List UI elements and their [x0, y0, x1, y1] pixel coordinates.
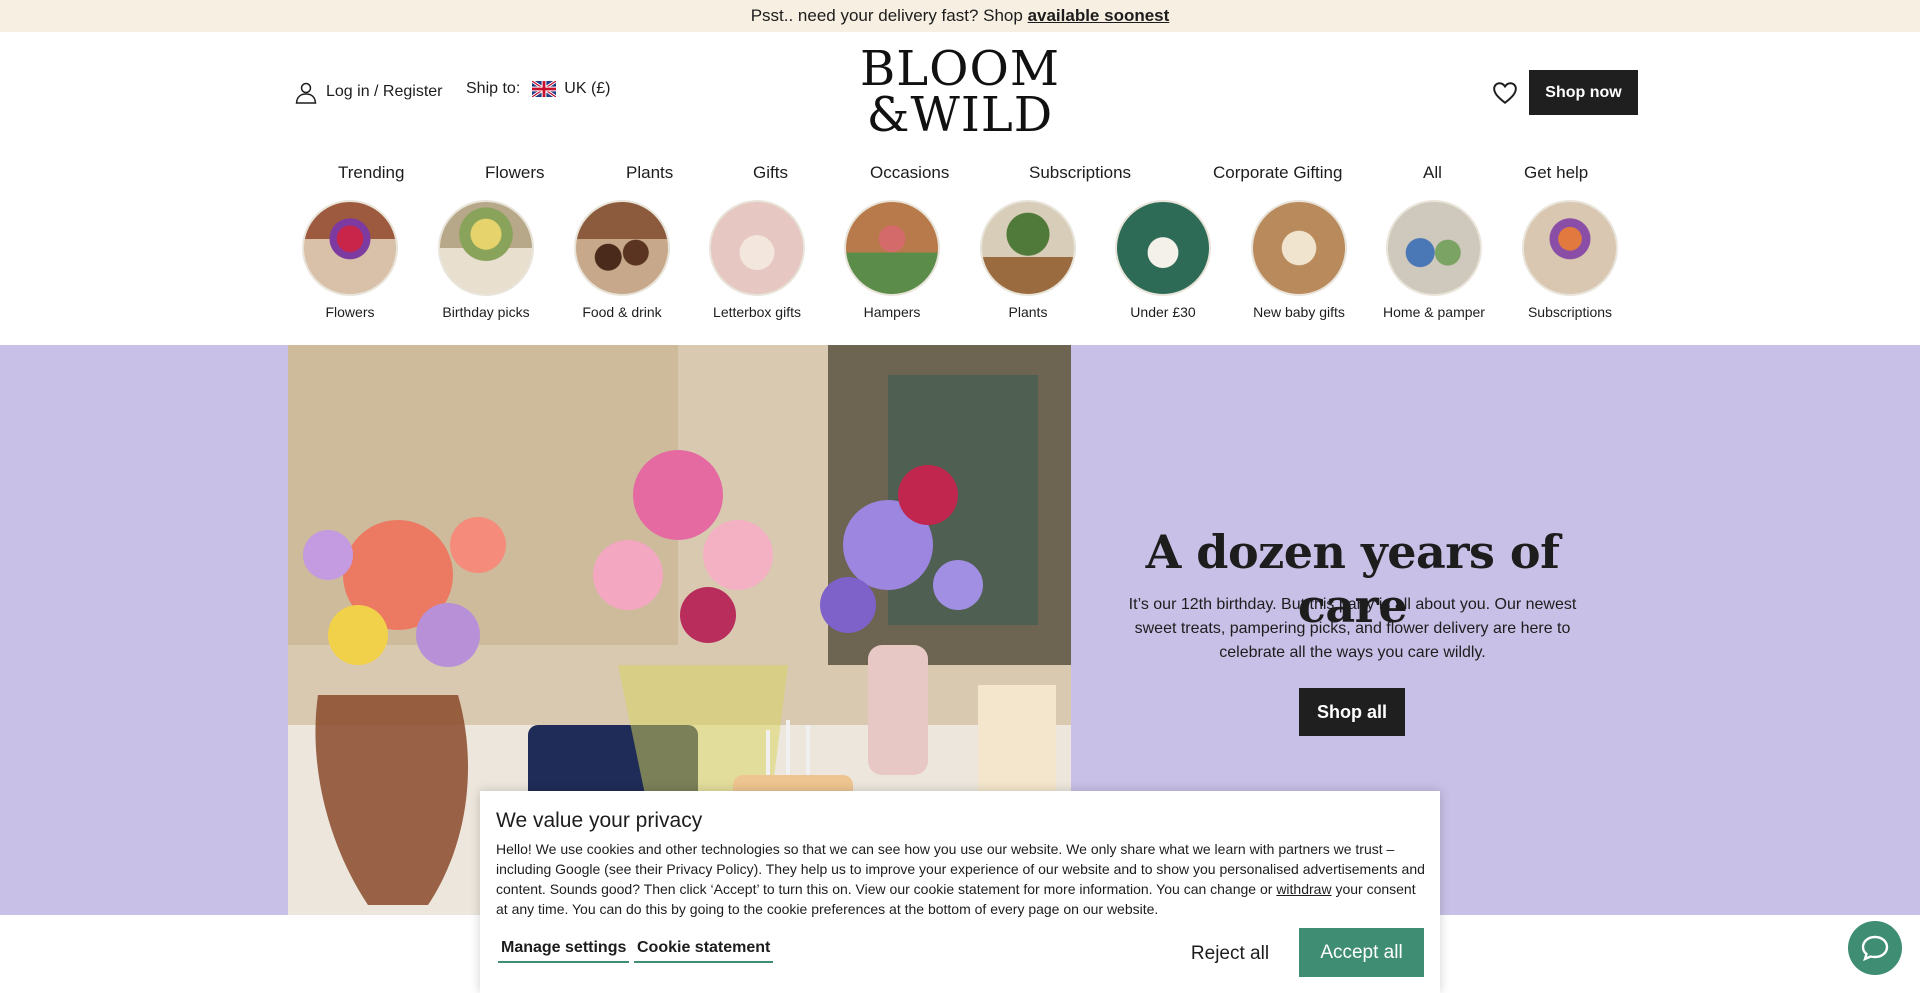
category-birthday-picks[interactable]: Birthday picks	[421, 200, 551, 320]
bloom-wild-logo[interactable]: BLOOM &WILD	[860, 41, 1060, 143]
withdraw-link[interactable]: withdraw	[1276, 881, 1331, 897]
uk-flag-icon	[532, 81, 557, 97]
category-image	[709, 200, 805, 296]
currency-label: UK (£)	[564, 80, 611, 97]
cookie-body: Hello! We use cookies and other technolo…	[496, 839, 1426, 919]
category-under-30[interactable]: Under £30	[1098, 200, 1228, 320]
category-label: Under £30	[1130, 304, 1196, 320]
category-image	[844, 200, 940, 296]
category-label: Home & pamper	[1383, 304, 1485, 320]
category-hampers[interactable]: Hampers	[827, 200, 957, 320]
category-image	[1386, 200, 1482, 296]
category-image	[1251, 200, 1347, 296]
logo-line-2: &WILD	[866, 87, 1054, 143]
category-image	[574, 200, 670, 296]
main-nav: Trending Flowers Plants Gifts Occasions …	[0, 160, 1920, 188]
shop-now-button[interactable]: Shop now	[1529, 70, 1638, 115]
manage-settings-button[interactable]: Manage settings	[498, 939, 630, 963]
nav-item-all[interactable]: All	[1423, 163, 1442, 183]
heart-icon[interactable]	[1492, 80, 1518, 106]
promo-text: Psst.. need your delivery fast? Shop	[750, 6, 1028, 25]
nav-item-get-help[interactable]: Get help	[1524, 163, 1588, 183]
category-letterbox-gifts[interactable]: Letterbox gifts	[692, 200, 822, 320]
nav-item-trending[interactable]: Trending	[338, 163, 404, 183]
category-label: Birthday picks	[442, 304, 530, 320]
login-register-label: Log in / Register	[326, 83, 443, 100]
hero-description: It’s our 12th birthday. But this party i…	[1128, 596, 1577, 661]
category-food-drink[interactable]: Food & drink	[557, 200, 687, 320]
category-image	[1522, 200, 1618, 296]
category-carousel: Flowers Birthday picks Food & drink Lett…	[0, 200, 1920, 320]
category-new-baby-gifts[interactable]: New baby gifts	[1234, 200, 1364, 320]
nav-item-plants[interactable]: Plants	[626, 163, 673, 183]
category-image	[1115, 200, 1211, 296]
site-header: Log in / Register Ship to: UK (£) BLOOM …	[0, 32, 1920, 154]
category-label: Food & drink	[582, 304, 662, 320]
cookie-consent-dialog: We value your privacy Hello! We use cook…	[480, 791, 1440, 993]
chat-icon	[1861, 935, 1889, 962]
category-plants[interactable]: Plants	[963, 200, 1093, 320]
accept-all-button[interactable]: Accept all	[1299, 928, 1424, 977]
category-label: Flowers	[325, 304, 375, 320]
logo-line-1: BLOOM	[860, 41, 1060, 97]
user-icon	[295, 82, 317, 104]
category-label: Subscriptions	[1527, 304, 1613, 320]
nav-item-occasions[interactable]: Occasions	[870, 163, 949, 183]
cookie-statement-button[interactable]: Cookie statement	[634, 939, 774, 963]
shop-all-button[interactable]: Shop all	[1299, 688, 1405, 736]
chat-button[interactable]	[1848, 921, 1902, 975]
cookie-title: We value your privacy	[496, 809, 703, 832]
category-label: Hampers	[863, 304, 921, 320]
category-image	[980, 200, 1076, 296]
nav-item-subscriptions[interactable]: Subscriptions	[1029, 163, 1131, 183]
nav-item-gifts[interactable]: Gifts	[753, 163, 788, 183]
category-subscriptions[interactable]: Subscriptions	[1505, 200, 1635, 320]
category-image	[438, 200, 534, 296]
category-label: Letterbox gifts	[713, 304, 801, 320]
reject-all-button[interactable]: Reject all	[1165, 930, 1295, 978]
ship-to-label: Ship to:	[466, 80, 521, 97]
category-home-pamper[interactable]: Home & pamper	[1369, 200, 1499, 320]
nav-item-flowers[interactable]: Flowers	[485, 163, 545, 183]
login-register-link[interactable]: Log in / Register	[294, 80, 443, 104]
category-image	[302, 200, 398, 296]
nav-item-corporate-gifting[interactable]: Corporate Gifting	[1213, 163, 1342, 183]
promo-bar: Psst.. need your delivery fast? Shop ava…	[0, 0, 1920, 32]
ship-to-selector[interactable]: Ship to: UK (£)	[466, 80, 611, 98]
category-flowers[interactable]: Flowers	[285, 200, 415, 320]
category-label: New baby gifts	[1253, 304, 1345, 320]
available-soonest-link[interactable]: available soonest	[1028, 6, 1170, 25]
category-label: Plants	[1008, 304, 1048, 320]
